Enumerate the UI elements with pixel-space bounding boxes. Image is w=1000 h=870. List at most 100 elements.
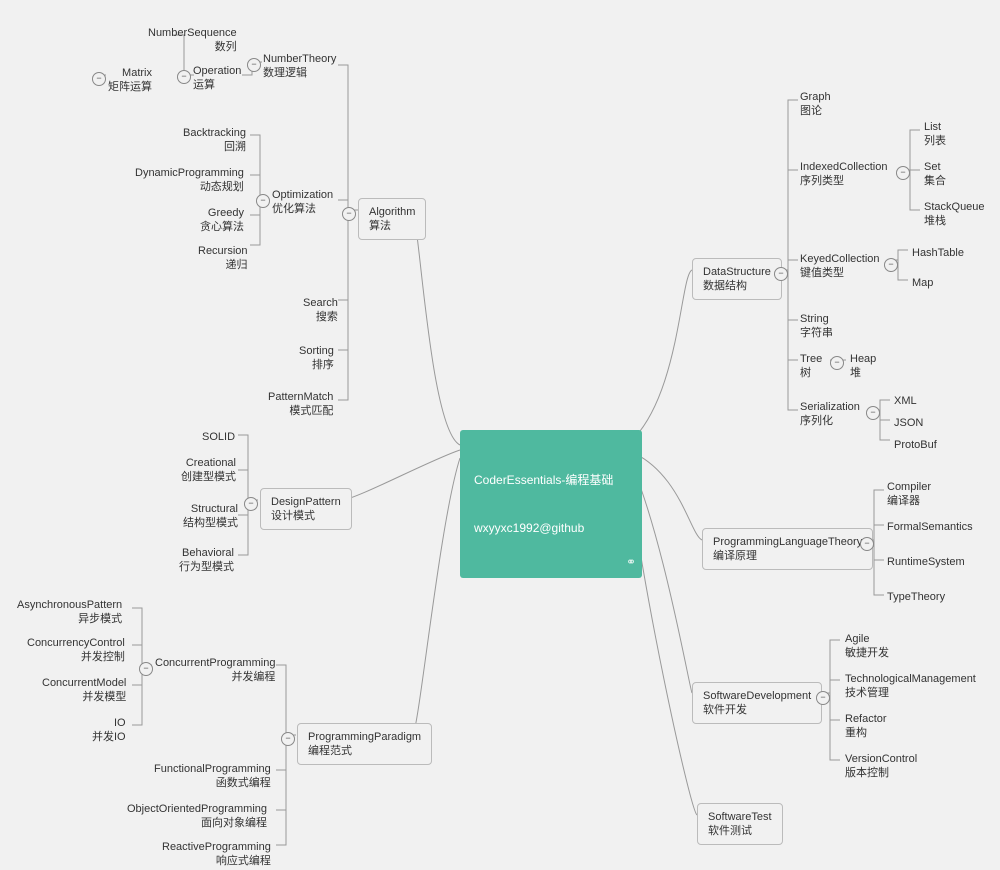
node-tree[interactable]: Tree 树	[800, 352, 822, 380]
node-indexed[interactable]: IndexedCollection 序列类型	[800, 160, 887, 188]
node-matrix[interactable]: Matrix 矩阵运算	[108, 66, 152, 94]
label: Creational	[186, 457, 236, 469]
node-sorting[interactable]: Sorting 排序	[299, 344, 334, 372]
node-search[interactable]: Search 搜索	[303, 296, 338, 324]
label-zh: 编程范式	[308, 745, 352, 757]
node-techmgmt[interactable]: TechnologicalManagement 技术管理	[845, 672, 976, 700]
toggle-softdev[interactable]: −	[816, 691, 830, 705]
node-fp[interactable]: FunctionalProgramming 函数式编程	[154, 762, 271, 790]
node-dp[interactable]: DynamicProgramming 动态规划	[135, 166, 244, 194]
node-patternmatch[interactable]: PatternMatch 模式匹配	[268, 390, 333, 418]
node-plt[interactable]: ProgrammingLanguageTheory 编译原理	[702, 528, 873, 570]
node-string[interactable]: String 字符串	[800, 312, 833, 340]
node-stackqueue[interactable]: StackQueue 堆栈	[924, 200, 985, 228]
toggle-serialization[interactable]: −	[866, 406, 880, 420]
node-concurrent[interactable]: ConcurrentProgramming 并发编程	[155, 656, 275, 684]
node-xml[interactable]: XML	[894, 394, 917, 408]
label: Refactor	[845, 713, 887, 725]
node-keyed[interactable]: KeyedCollection 键值类型	[800, 252, 880, 280]
toggle-operation[interactable]: −	[177, 70, 191, 84]
node-operation[interactable]: Operation 运算	[193, 64, 241, 92]
label-zh: 并发控制	[81, 651, 125, 663]
root-node[interactable]: CoderEssentials-编程基础 wxyyxc1992@github ⚭	[460, 430, 642, 578]
node-creational[interactable]: Creational 创建型模式	[181, 456, 236, 484]
node-solid[interactable]: SOLID	[202, 430, 235, 444]
label: PatternMatch	[268, 391, 333, 403]
node-agile[interactable]: Agile 敏捷开发	[845, 632, 889, 660]
node-numbertheory[interactable]: NumberTheory 数理逻辑	[263, 52, 336, 80]
toggle-keyed[interactable]: −	[884, 258, 898, 272]
node-paradigm[interactable]: ProgrammingParadigm 编程范式	[297, 723, 432, 765]
toggle-algorithm[interactable]: −	[342, 207, 356, 221]
label: Greedy	[208, 207, 244, 219]
node-protobuf[interactable]: ProtoBuf	[894, 438, 937, 452]
toggle-indexed[interactable]: −	[896, 166, 910, 180]
node-softtest[interactable]: SoftwareTest 软件测试	[697, 803, 783, 845]
label: ProgrammingParadigm	[308, 731, 421, 743]
node-behavioral[interactable]: Behavioral 行为型模式	[179, 546, 234, 574]
toggle-paradigm[interactable]: −	[281, 732, 295, 746]
label-zh: 键值类型	[800, 267, 844, 279]
node-refactor[interactable]: Refactor 重构	[845, 712, 887, 740]
node-numbersequence[interactable]: NumberSequence 数列	[148, 26, 237, 54]
label: RuntimeSystem	[887, 556, 965, 568]
label: SOLID	[202, 431, 235, 443]
label: Algorithm	[369, 206, 415, 218]
label-zh: 列表	[924, 135, 946, 147]
node-hashtable[interactable]: HashTable	[912, 246, 964, 260]
node-reactive[interactable]: ReactiveProgramming 响应式编程	[162, 840, 271, 868]
node-async[interactable]: AsynchronousPattern 异步模式	[17, 598, 122, 626]
label-zh: 软件开发	[703, 704, 747, 716]
toggle-plt[interactable]: −	[860, 537, 874, 551]
toggle-designpattern[interactable]: −	[244, 497, 258, 511]
label: Matrix	[122, 67, 152, 79]
toggle-matrix[interactable]: −	[92, 72, 106, 86]
node-softdev[interactable]: SoftwareDevelopment 软件开发	[692, 682, 822, 724]
label: FunctionalProgramming	[154, 763, 271, 775]
toggle-concurrent[interactable]: −	[139, 662, 153, 676]
label: Agile	[845, 633, 869, 645]
toggle-tree[interactable]: −	[830, 356, 844, 370]
label-zh: 设计模式	[271, 510, 315, 522]
label-zh: 重构	[845, 727, 867, 739]
toggle-numbertheory[interactable]: −	[247, 58, 261, 72]
node-algorithm[interactable]: Algorithm 算法	[358, 198, 426, 240]
node-versioncontrol[interactable]: VersionControl 版本控制	[845, 752, 917, 780]
node-structural[interactable]: Structural 结构型模式	[183, 502, 238, 530]
node-io[interactable]: IO 并发IO	[92, 716, 126, 744]
node-oop[interactable]: ObjectOrientedProgramming 面向对象编程	[127, 802, 267, 830]
node-runtimesystem[interactable]: RuntimeSystem	[887, 555, 965, 569]
label-zh: 版本控制	[845, 767, 889, 779]
toggle-optimization[interactable]: −	[256, 194, 270, 208]
node-graph[interactable]: Graph 图论	[800, 90, 831, 118]
node-list[interactable]: List 列表	[924, 120, 946, 148]
node-json[interactable]: JSON	[894, 416, 923, 430]
node-map[interactable]: Map	[912, 276, 933, 290]
node-typetheory[interactable]: TypeTheory	[887, 590, 945, 604]
link-icon: ⚭	[626, 554, 636, 570]
node-concurrentmodel[interactable]: ConcurrentModel 并发模型	[42, 676, 126, 704]
label: IndexedCollection	[800, 161, 887, 173]
label: FormalSemantics	[887, 521, 973, 533]
node-designpattern[interactable]: DesignPattern 设计模式	[260, 488, 352, 530]
node-compiler[interactable]: Compiler 编译器	[887, 480, 931, 508]
label: TechnologicalManagement	[845, 673, 976, 685]
node-recursion[interactable]: Recursion 递归	[198, 244, 248, 272]
node-optimization[interactable]: Optimization 优化算法	[272, 188, 333, 216]
node-greedy[interactable]: Greedy 贪心算法	[200, 206, 244, 234]
label: SoftwareTest	[708, 811, 772, 823]
node-serialization[interactable]: Serialization 序列化	[800, 400, 860, 428]
label: ObjectOrientedProgramming	[127, 803, 267, 815]
node-heap[interactable]: Heap 堆	[850, 352, 876, 380]
node-backtracking[interactable]: Backtracking 回溯	[183, 126, 246, 154]
node-formalsemantics[interactable]: FormalSemantics	[887, 520, 973, 534]
toggle-datastructure[interactable]: −	[774, 267, 788, 281]
node-datastructure[interactable]: DataStructure 数据结构	[692, 258, 782, 300]
label-zh: 面向对象编程	[201, 817, 267, 829]
label-zh: 并发模型	[82, 691, 126, 703]
label: Serialization	[800, 401, 860, 413]
node-concurrencyctrl[interactable]: ConcurrencyControl 并发控制	[27, 636, 125, 664]
label-zh: 回溯	[224, 141, 246, 153]
node-set[interactable]: Set 集合	[924, 160, 946, 188]
root-subtitle: wxyyxc1992@github	[474, 520, 628, 536]
